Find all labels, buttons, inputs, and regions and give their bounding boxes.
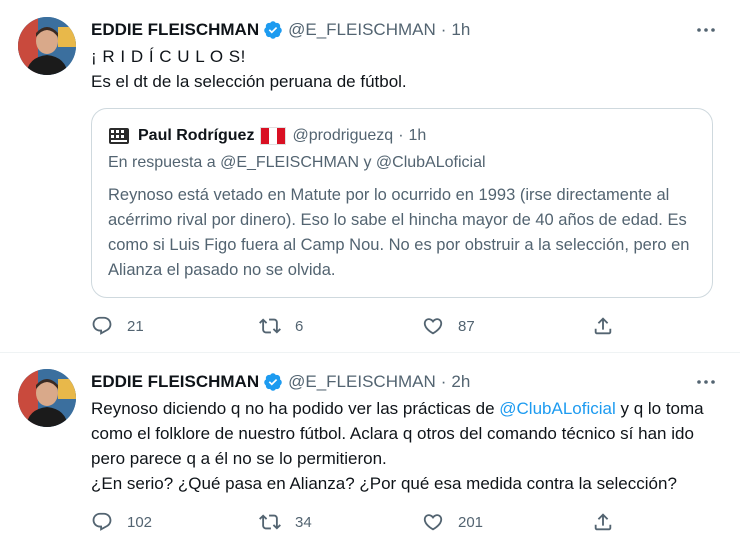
quote-timestamp[interactable]: 1h bbox=[409, 127, 427, 145]
tweet-actions: 21 6 87 bbox=[91, 314, 621, 338]
like-count: 201 bbox=[458, 513, 484, 531]
like-icon bbox=[423, 318, 443, 335]
timestamp[interactable]: 2h bbox=[451, 372, 470, 392]
tweet-actions: 102 34 201 bbox=[91, 510, 621, 534]
avatar[interactable] bbox=[18, 17, 76, 75]
quote-avatar[interactable] bbox=[108, 125, 130, 147]
avatar[interactable] bbox=[18, 369, 76, 427]
retweet-icon bbox=[259, 318, 281, 334]
retweet-button[interactable]: 6 bbox=[259, 314, 303, 338]
tweet-header: EDDIE FLEISCHMAN @E_FLEISCHMAN · 2h bbox=[91, 370, 470, 394]
reply-icon bbox=[92, 512, 112, 531]
retweet-count: 34 bbox=[295, 513, 312, 531]
peru-flag-icon bbox=[260, 127, 287, 145]
tweet-text-line: ¿En serio? ¿Qué pasa en Alianza? ¿Por qu… bbox=[91, 474, 677, 493]
retweet-button[interactable]: 34 bbox=[259, 510, 312, 534]
like-icon bbox=[423, 514, 443, 531]
separator-dot: · bbox=[398, 127, 404, 144]
like-count: 87 bbox=[458, 317, 475, 335]
share-button[interactable] bbox=[592, 314, 614, 338]
like-button[interactable]: 201 bbox=[422, 510, 483, 534]
quoted-tweet[interactable]: Paul Rodríguez @prodriguezq · 1h En resp… bbox=[91, 108, 713, 298]
reply-button[interactable]: 102 bbox=[91, 510, 152, 534]
reply-icon bbox=[92, 316, 112, 335]
tweet-header: EDDIE FLEISCHMAN @E_FLEISCHMAN · 1h bbox=[91, 18, 470, 42]
quote-author-handle[interactable]: @prodriguezq bbox=[292, 127, 393, 145]
like-button[interactable]: 87 bbox=[422, 314, 475, 338]
tweet-text: Reynoso diciendo q no ha podido ver las … bbox=[91, 396, 721, 496]
more-icon[interactable] bbox=[694, 18, 718, 42]
tweet-text-paragraph: Reynoso diciendo q no ha podido ver las … bbox=[91, 396, 721, 471]
quote-header: Paul Rodríguez @prodriguezq · 1h bbox=[108, 125, 426, 147]
quote-text: Reynoso está vetado en Matute por lo ocu… bbox=[108, 186, 690, 279]
author-name[interactable]: EDDIE FLEISCHMAN bbox=[91, 20, 259, 40]
retweet-icon bbox=[259, 514, 281, 530]
verified-icon bbox=[264, 373, 282, 391]
tweet-text-line: Es el dt de la selección peruana de fútb… bbox=[91, 72, 407, 91]
share-button[interactable] bbox=[592, 510, 614, 534]
tweet-text-line: ¡ R I D Í C U L O S! bbox=[91, 47, 246, 66]
author-handle[interactable]: @E_FLEISCHMAN bbox=[288, 372, 436, 392]
tweet[interactable]: EDDIE FLEISCHMAN @E_FLEISCHMAN · 1h ¡ R … bbox=[0, 0, 740, 353]
tweet-text: ¡ R I D Í C U L O S! Es el dt de la sele… bbox=[91, 44, 721, 94]
share-icon bbox=[594, 317, 612, 335]
tweet[interactable]: EDDIE FLEISCHMAN @E_FLEISCHMAN · 2h Reyn… bbox=[0, 352, 740, 540]
tweet-text-segment: Reynoso diciendo q no ha podido ver las … bbox=[91, 399, 500, 418]
author-handle[interactable]: @E_FLEISCHMAN bbox=[288, 20, 436, 40]
mention-link[interactable]: @ClubALoficial bbox=[499, 399, 615, 418]
more-icon[interactable] bbox=[694, 370, 718, 394]
retweet-count: 6 bbox=[295, 317, 304, 335]
quote-author-name[interactable]: Paul Rodríguez bbox=[138, 127, 254, 145]
separator-dot: · bbox=[440, 372, 447, 391]
quote-reply-context: En respuesta a @E_FLEISCHMAN y @ClubALof… bbox=[108, 154, 486, 171]
verified-icon bbox=[264, 21, 282, 39]
reply-count: 21 bbox=[127, 317, 144, 335]
share-icon bbox=[594, 513, 612, 531]
reply-count: 102 bbox=[127, 513, 153, 531]
author-name[interactable]: EDDIE FLEISCHMAN bbox=[91, 372, 259, 392]
separator-dot: · bbox=[440, 20, 447, 39]
timestamp[interactable]: 1h bbox=[451, 20, 470, 40]
reply-button[interactable]: 21 bbox=[91, 314, 144, 338]
